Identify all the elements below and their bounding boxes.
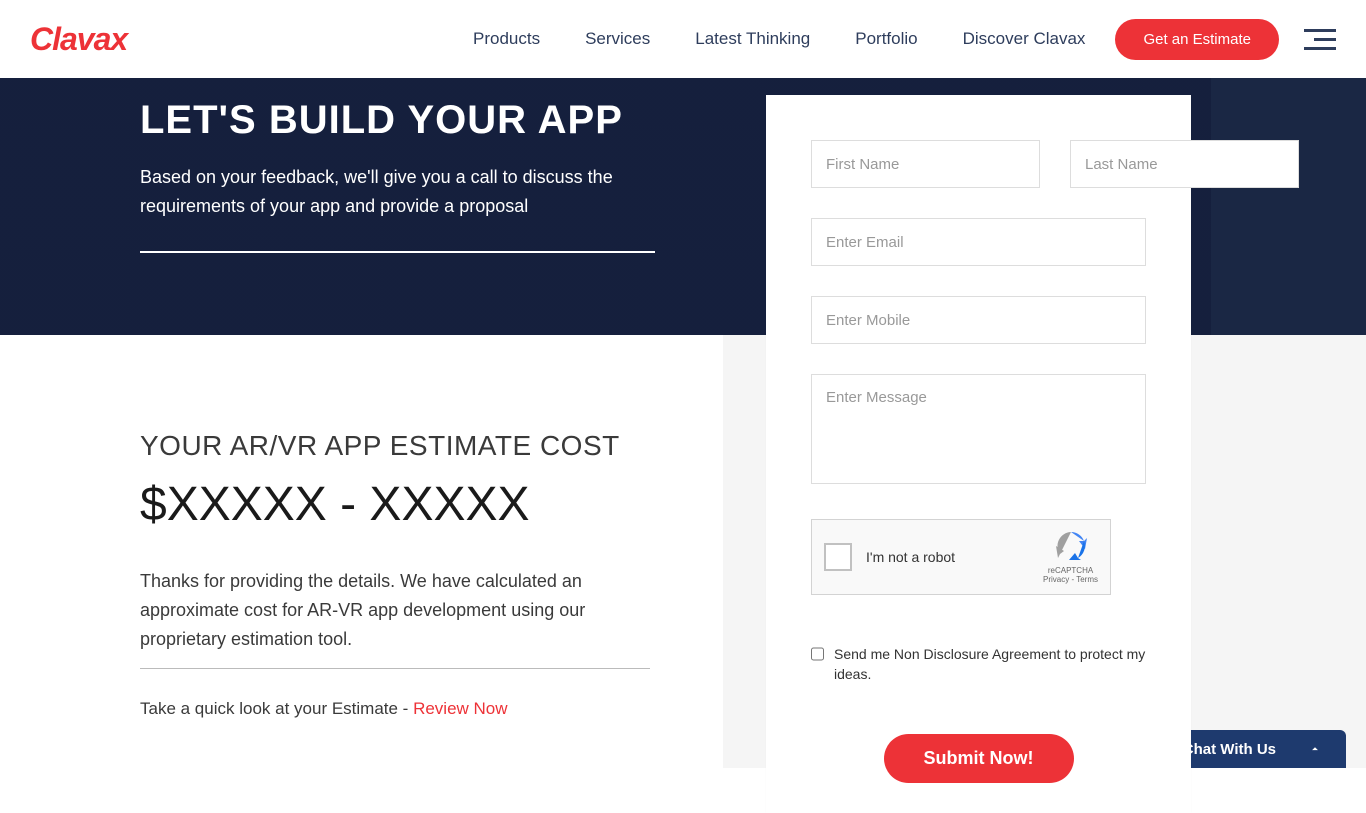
review-now-link[interactable]: Review Now: [413, 699, 507, 718]
hero-subtitle: Based on your feedback, we'll give you a…: [140, 163, 640, 221]
message-textarea[interactable]: [811, 374, 1146, 484]
main-header: Clavax Products Services Latest Thinking…: [0, 0, 1366, 78]
contact-form: I'm not a robot reCAPTCHA Privacy - Term…: [766, 95, 1191, 813]
chat-label: Chat With Us: [1183, 741, 1276, 758]
hamburger-menu-icon[interactable]: [1304, 23, 1336, 56]
nav-latest-thinking[interactable]: Latest Thinking: [695, 29, 810, 49]
nda-row: Send me Non Disclosure Agreement to prot…: [811, 645, 1146, 684]
email-input[interactable]: [811, 218, 1146, 266]
main-nav: Products Services Latest Thinking Portfo…: [473, 29, 1085, 49]
recaptcha-badge: reCAPTCHA Privacy - Terms: [1043, 530, 1098, 584]
hero-extension: [1211, 78, 1366, 335]
recaptcha-terms[interactable]: Privacy - Terms: [1043, 575, 1098, 584]
nda-label: Send me Non Disclosure Agreement to prot…: [834, 645, 1146, 684]
last-name-input[interactable]: [1070, 140, 1299, 188]
nav-portfolio[interactable]: Portfolio: [855, 29, 917, 49]
recaptcha-label: I'm not a robot: [866, 549, 1043, 565]
recaptcha-checkbox[interactable]: [824, 543, 852, 571]
review-prefix: Take a quick look at your Estimate -: [140, 699, 413, 718]
estimate-thanks: Thanks for providing the details. We hav…: [140, 567, 650, 669]
nav-services[interactable]: Services: [585, 29, 650, 49]
nav-discover[interactable]: Discover Clavax: [963, 29, 1086, 49]
submit-button[interactable]: Submit Now!: [884, 734, 1074, 783]
mobile-input[interactable]: [811, 296, 1146, 344]
recaptcha-logo-icon: [1055, 530, 1087, 562]
chevron-up-icon: [1308, 742, 1322, 756]
nav-products[interactable]: Products: [473, 29, 540, 49]
recaptcha-widget[interactable]: I'm not a robot reCAPTCHA Privacy - Term…: [811, 519, 1111, 595]
get-estimate-button[interactable]: Get an Estimate: [1115, 19, 1279, 60]
nda-checkbox[interactable]: [811, 647, 824, 661]
first-name-input[interactable]: [811, 140, 1040, 188]
recaptcha-badge-text: reCAPTCHA: [1043, 566, 1098, 575]
hero-divider: [140, 251, 655, 253]
logo[interactable]: Clavax: [30, 21, 127, 58]
